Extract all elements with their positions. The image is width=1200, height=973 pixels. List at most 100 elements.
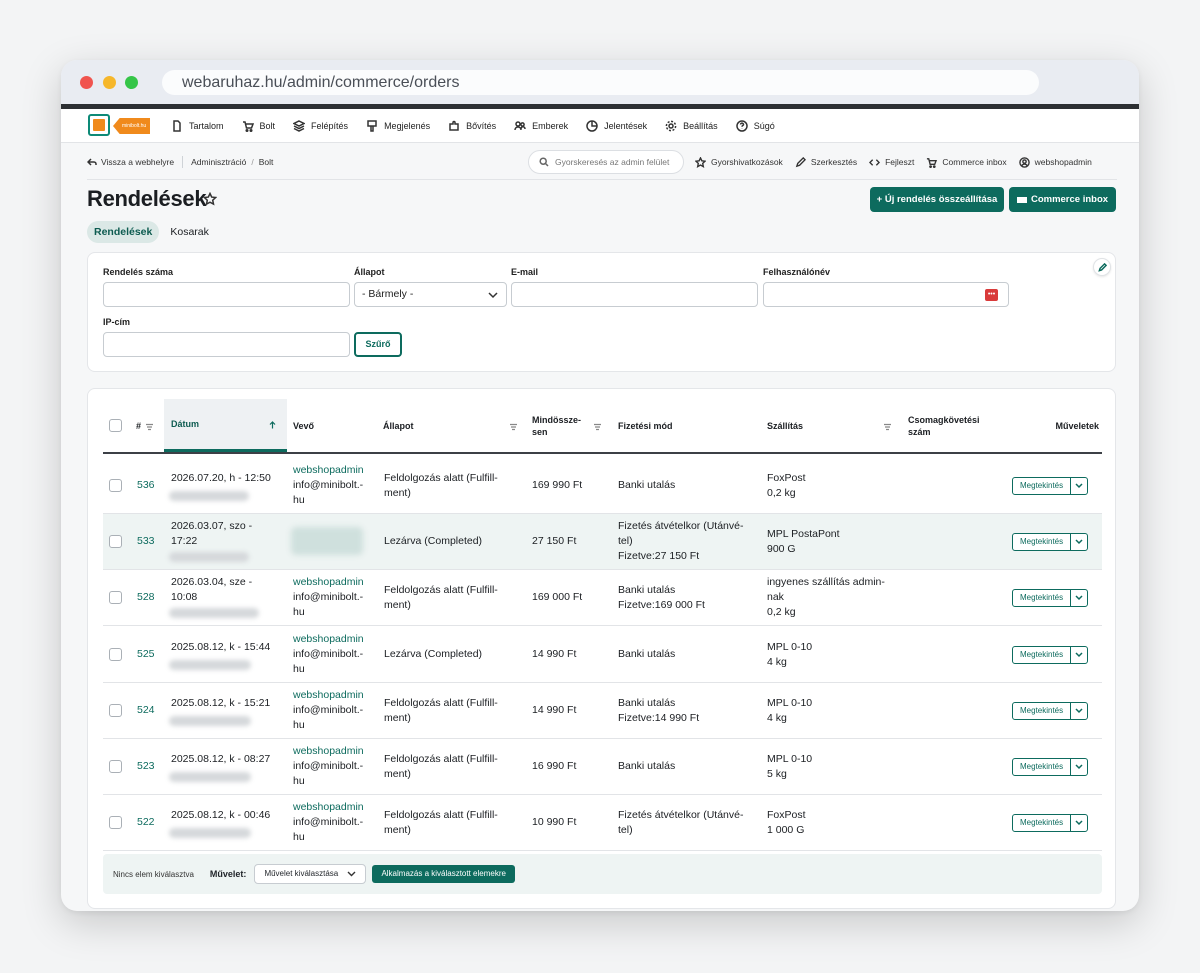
menu-item-shop[interactable]: Bolt: [242, 120, 275, 132]
row-actions-dropdown[interactable]: [1071, 703, 1087, 719]
edit-filters-button[interactable]: [1093, 258, 1111, 276]
row-actions-dropdown[interactable]: [1071, 590, 1087, 606]
order-id-link[interactable]: 533: [137, 534, 155, 549]
col-status[interactable]: Állapot: [383, 399, 518, 452]
customer-name-link[interactable]: webshopadmin: [293, 632, 364, 647]
view-order-button[interactable]: Megtekintés: [1013, 590, 1072, 607]
apply-bulk-action-button[interactable]: Alkalmazás a kiválasztott elemekre: [372, 865, 515, 883]
table-row[interactable]: 523 2025.08.12, k - 08:27 webshopadmin i…: [103, 739, 1102, 795]
row-checkbox[interactable]: [109, 535, 122, 549]
menu-item-config[interactable]: Beállítás: [665, 120, 718, 132]
row-actions: Megtekintés: [1012, 701, 1089, 720]
order-id-link[interactable]: 524: [137, 703, 155, 718]
table-row[interactable]: 522 2025.08.12, k - 00:46 webshopadmin i…: [103, 795, 1102, 852]
commerce-inbox-button[interactable]: Commerce inbox: [1009, 187, 1116, 212]
table-row[interactable]: 533 2026.03.07, szo - 17:22 Lezárva (Com…: [103, 514, 1102, 571]
favorite-star-icon[interactable]: [202, 191, 218, 206]
order-id-link[interactable]: 523: [137, 759, 155, 774]
customer-name-link[interactable]: webshopadmin: [293, 688, 364, 703]
close-window-dot[interactable]: [80, 76, 93, 89]
select-all-checkbox[interactable]: [109, 419, 122, 432]
col-shipping[interactable]: Szállítás: [767, 399, 892, 452]
breadcrumb-admin[interactable]: Adminisztráció: [191, 157, 246, 167]
row-actions-dropdown[interactable]: [1071, 759, 1087, 775]
view-order-button[interactable]: Megtekintés: [1013, 815, 1072, 832]
row-checkbox[interactable]: [109, 760, 122, 773]
minimize-window-dot[interactable]: [103, 76, 116, 89]
view-order-button[interactable]: Megtekintés: [1013, 478, 1072, 494]
col-payment[interactable]: Fizetési mód: [618, 399, 738, 452]
row-checkbox[interactable]: [109, 816, 122, 830]
order-id-link[interactable]: 525: [137, 647, 155, 662]
menu-item-structure[interactable]: Felépítés: [293, 120, 348, 132]
col-date[interactable]: Dátum: [164, 399, 287, 452]
table-row[interactable]: 536 2026.07.20, h - 12:50 webshopadmin i…: [103, 458, 1102, 514]
status-select[interactable]: - Bármely -: [354, 282, 507, 307]
admin-menu: Tartalom Bolt Felépítés Megjelenés Bővít…: [171, 109, 793, 143]
view-order-button[interactable]: Megtekintés: [1013, 534, 1072, 551]
password-manager-icon[interactable]: •••: [985, 289, 998, 301]
row-checkbox[interactable]: [109, 591, 122, 605]
user-icon: [1018, 156, 1030, 168]
menu-item-people[interactable]: Emberek: [514, 120, 568, 132]
tab-orders[interactable]: Rendelések: [87, 221, 160, 243]
menu-item-reports[interactable]: Jelentések: [586, 120, 647, 132]
quick-search-input[interactable]: Gyorskeresés az admin felület: [528, 150, 684, 174]
shipping-method: FoxPost 1 000 G: [767, 809, 806, 837]
menu-item-help[interactable]: Súgó: [735, 120, 775, 132]
row-actions-dropdown[interactable]: [1071, 478, 1087, 494]
menu-item-extend[interactable]: Bővítés: [448, 120, 496, 132]
row-actions-dropdown[interactable]: [1071, 534, 1087, 550]
bulk-action-select[interactable]: Művelet kiválasztása: [254, 864, 367, 884]
breadcrumb-shop[interactable]: Bolt: [259, 157, 274, 167]
tab-carts[interactable]: Kosarak: [163, 221, 216, 243]
order-status: Feldolgozás alatt (Fulfill- ment): [384, 753, 498, 780]
user-menu[interactable]: webshopadmin: [1018, 156, 1092, 168]
chevron-down-icon: [1075, 483, 1083, 489]
table-row[interactable]: 525 2025.08.12, k - 15:44 webshopadmin i…: [103, 627, 1102, 683]
new-order-button[interactable]: + Új rendelés összeállítása: [870, 187, 1004, 212]
back-to-site-link[interactable]: Vissza a webhelyre: [87, 157, 174, 167]
edit-link[interactable]: Szerkesztés: [795, 156, 857, 168]
commerce-inbox-link[interactable]: Commerce inbox: [926, 157, 1007, 168]
ip-input[interactable]: [103, 332, 350, 357]
develop-link[interactable]: Fejleszt: [869, 157, 914, 168]
chart-icon: [586, 120, 598, 132]
order-date: 2025.08.12, k - 08:27: [171, 753, 271, 765]
address-bar[interactable]: webaruhaz.hu/admin/commerce/orders: [162, 70, 1039, 95]
customer-name-link[interactable]: webshopadmin: [293, 800, 364, 815]
menu-item-appearance[interactable]: Megjelenés: [366, 120, 430, 132]
row-checkbox[interactable]: [109, 647, 122, 661]
order-status: Lezárva (Completed): [384, 535, 483, 548]
order-id-link[interactable]: 528: [137, 590, 155, 605]
order-number-input[interactable]: [103, 282, 350, 307]
order-total: 169 990 Ft: [532, 479, 583, 491]
view-order-button[interactable]: Megtekintés: [1013, 702, 1072, 719]
filter-submit-button[interactable]: Szűrő: [354, 332, 402, 357]
shortcuts-link[interactable]: Gyorshivatkozások: [695, 156, 783, 168]
col-number[interactable]: #: [136, 399, 162, 452]
maximize-window-dot[interactable]: [125, 76, 138, 89]
row-checkbox[interactable]: [109, 479, 122, 492]
row-checkbox[interactable]: [109, 703, 122, 717]
view-order-button[interactable]: Megtekintés: [1013, 759, 1072, 775]
col-customer[interactable]: Vevő: [293, 399, 373, 452]
table-row[interactable]: 528 2026.03.04, sze - 10:08 webshopadmin…: [103, 570, 1102, 627]
view-order-button[interactable]: Megtekintés: [1013, 646, 1072, 663]
col-total[interactable]: Mindössze- sen: [532, 399, 602, 452]
username-input[interactable]: •••: [763, 282, 1009, 307]
shipping-method: FoxPost 0,2 kg: [767, 472, 806, 499]
row-actions-dropdown[interactable]: [1071, 815, 1087, 831]
customer-name-link[interactable]: webshopadmin: [293, 744, 364, 759]
order-id-link[interactable]: 536: [137, 478, 155, 493]
store-logo-icon[interactable]: [88, 114, 110, 136]
select-all-cell: [109, 399, 129, 452]
table-row[interactable]: 524 2025.08.12, k - 15:21 webshopadmin i…: [103, 683, 1102, 739]
order-id-link[interactable]: 522: [137, 815, 155, 830]
customer-name-link[interactable]: webshopadmin: [293, 463, 364, 478]
customer-name-link[interactable]: webshopadmin: [293, 575, 364, 590]
ip-label: IP-cím: [103, 317, 131, 327]
email-input[interactable]: [511, 282, 758, 307]
menu-item-content[interactable]: Tartalom: [171, 120, 224, 132]
row-actions-dropdown[interactable]: [1071, 647, 1087, 663]
